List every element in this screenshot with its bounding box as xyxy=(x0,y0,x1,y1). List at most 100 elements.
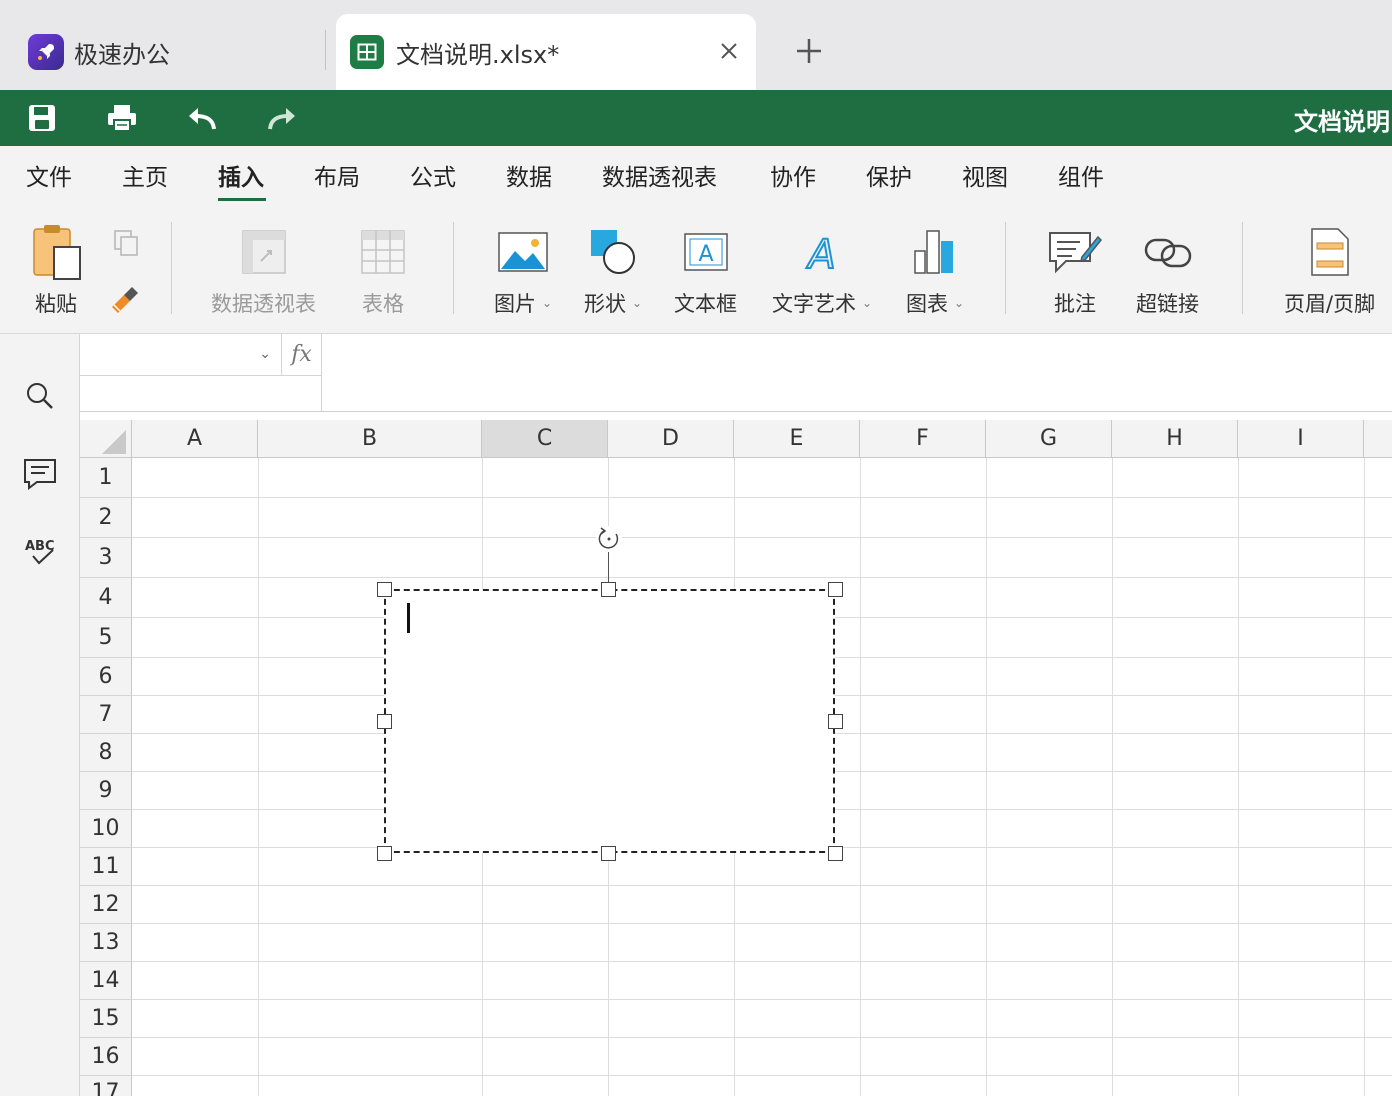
save-icon[interactable] xyxy=(22,100,62,136)
wordart-icon: A xyxy=(802,224,842,280)
row-header[interactable]: 16 xyxy=(80,1038,132,1076)
comment-icon[interactable] xyxy=(20,454,60,494)
resize-handle-top[interactable] xyxy=(601,582,616,597)
grid-line xyxy=(860,458,861,1096)
link-icon xyxy=(1143,224,1193,280)
column-header[interactable]: B xyxy=(258,420,482,458)
shape-button[interactable]: 形状 ⌄ xyxy=(584,224,642,318)
row-header[interactable]: 4 xyxy=(80,578,132,618)
formula-input[interactable] xyxy=(322,334,1392,376)
plus-icon[interactable] xyxy=(792,34,826,68)
menu-view[interactable]: 视图 xyxy=(962,158,1008,192)
grid-line xyxy=(132,923,1392,924)
chart-button[interactable]: 图表 ⌄ xyxy=(906,224,964,318)
select-all-corner[interactable] xyxy=(80,420,132,458)
grid-line xyxy=(986,458,987,1096)
row-header[interactable]: 13 xyxy=(80,924,132,962)
row-header[interactable]: 9 xyxy=(80,772,132,810)
row-header[interactable]: 15 xyxy=(80,1000,132,1038)
row-header[interactable]: 10 xyxy=(80,810,132,848)
left-side-panel: ABC xyxy=(0,334,80,1096)
print-icon[interactable] xyxy=(102,100,142,136)
row-header[interactable]: 2 xyxy=(80,498,132,538)
redo-icon[interactable] xyxy=(262,100,302,136)
row-header[interactable]: 6 xyxy=(80,658,132,696)
column-header-selected[interactable]: C xyxy=(482,420,608,458)
svg-text:A: A xyxy=(698,242,713,267)
menu-pivot-table[interactable]: 数据透视表 xyxy=(602,158,717,192)
column-header[interactable]: G xyxy=(986,420,1112,458)
grid-line xyxy=(1238,458,1239,1096)
resize-handle-bottom[interactable] xyxy=(601,846,616,861)
paste-button[interactable]: 粘贴 xyxy=(28,224,84,318)
chevron-down-icon: ⌄ xyxy=(862,296,873,310)
textbox-button[interactable]: A 文本框 xyxy=(674,224,737,318)
image-button[interactable]: 图片 ⌄ xyxy=(494,224,552,318)
formula-bar: ⌄ fx xyxy=(80,334,1392,412)
row-header[interactable]: 8 xyxy=(80,734,132,772)
copy-button[interactable] xyxy=(110,226,142,260)
table-button[interactable]: 表格 xyxy=(360,224,406,318)
column-header[interactable]: H xyxy=(1112,420,1238,458)
grid-line xyxy=(132,1037,1392,1038)
text-box-shape[interactable] xyxy=(384,589,835,853)
column-header[interactable]: F xyxy=(860,420,986,458)
active-tab-indicator xyxy=(218,198,266,201)
function-button[interactable]: fx xyxy=(282,334,322,376)
row-header[interactable]: 3 xyxy=(80,538,132,578)
ribbon-separator xyxy=(453,222,454,314)
name-box[interactable]: ⌄ xyxy=(80,334,282,376)
app-name: 极速办公 xyxy=(74,40,170,69)
wordart-button[interactable]: A 文字艺术 ⌄ xyxy=(772,224,872,318)
resize-handle-top-left[interactable] xyxy=(377,582,392,597)
menu-layout[interactable]: 布局 xyxy=(314,158,360,192)
header-footer-button[interactable]: 页眉/页脚 xyxy=(1284,224,1375,318)
insert-ribbon: 粘贴 数据透视表 表格 图片 ⌄ 形状 ⌄ A 文本框 A 文字艺术 ⌄ 图表 … xyxy=(0,208,1392,334)
format-painter-button[interactable] xyxy=(108,280,142,316)
row-header[interactable]: 11 xyxy=(80,848,132,886)
comment-button[interactable]: 批注 xyxy=(1048,224,1102,318)
menu-plugins[interactable]: 组件 xyxy=(1058,158,1104,192)
search-icon[interactable] xyxy=(20,376,60,416)
close-icon[interactable] xyxy=(716,38,742,64)
document-tab[interactable]: 文档说明.xlsx* xyxy=(336,14,756,90)
rotate-handle-icon[interactable] xyxy=(596,526,622,552)
menu-bar: 文件 主页 插入 布局 公式 数据 数据透视表 协作 保护 视图 组件 xyxy=(0,146,1392,208)
menu-data[interactable]: 数据 xyxy=(506,158,552,192)
menu-insert[interactable]: 插入 xyxy=(218,158,264,192)
resize-handle-bottom-left[interactable] xyxy=(377,846,392,861)
undo-icon[interactable] xyxy=(182,100,222,136)
chevron-down-icon: ⌄ xyxy=(632,296,643,310)
spellcheck-icon[interactable]: ABC xyxy=(20,532,60,572)
row-header[interactable]: 5 xyxy=(80,618,132,658)
menu-home[interactable]: 主页 xyxy=(122,158,168,192)
resize-handle-left[interactable] xyxy=(377,714,392,729)
resize-handle-right[interactable] xyxy=(828,714,843,729)
chart-icon xyxy=(913,224,957,280)
row-header[interactable]: 1 xyxy=(80,458,132,498)
rotation-stem xyxy=(608,552,609,582)
menu-file[interactable]: 文件 xyxy=(26,158,72,192)
ribbon-separator xyxy=(1005,222,1006,314)
resize-handle-top-right[interactable] xyxy=(828,582,843,597)
table-label: 表格 xyxy=(362,292,404,316)
chevron-down-icon[interactable]: ⌄ xyxy=(259,346,271,362)
row-header[interactable]: 7 xyxy=(80,696,132,734)
row-header[interactable]: 17 xyxy=(80,1076,132,1096)
column-header[interactable]: A xyxy=(132,420,258,458)
column-header[interactable]: E xyxy=(734,420,860,458)
row-header[interactable]: 14 xyxy=(80,962,132,1000)
column-header[interactable]: D xyxy=(608,420,734,458)
row-header[interactable]: 12 xyxy=(80,886,132,924)
hyperlink-button[interactable]: 超链接 xyxy=(1136,224,1199,318)
menu-protect[interactable]: 保护 xyxy=(866,158,912,192)
menu-formula[interactable]: 公式 xyxy=(410,158,456,192)
header-footer-icon xyxy=(1310,224,1350,280)
column-header[interactable]: I xyxy=(1238,420,1364,458)
grid-line xyxy=(1364,458,1365,1096)
column-header[interactable] xyxy=(1364,420,1392,458)
pivot-table-button[interactable]: 数据透视表 xyxy=(211,224,316,318)
resize-handle-bottom-right[interactable] xyxy=(828,846,843,861)
menu-collaborate[interactable]: 协作 xyxy=(770,158,816,192)
app-tab[interactable]: 极速办公 xyxy=(0,14,330,90)
